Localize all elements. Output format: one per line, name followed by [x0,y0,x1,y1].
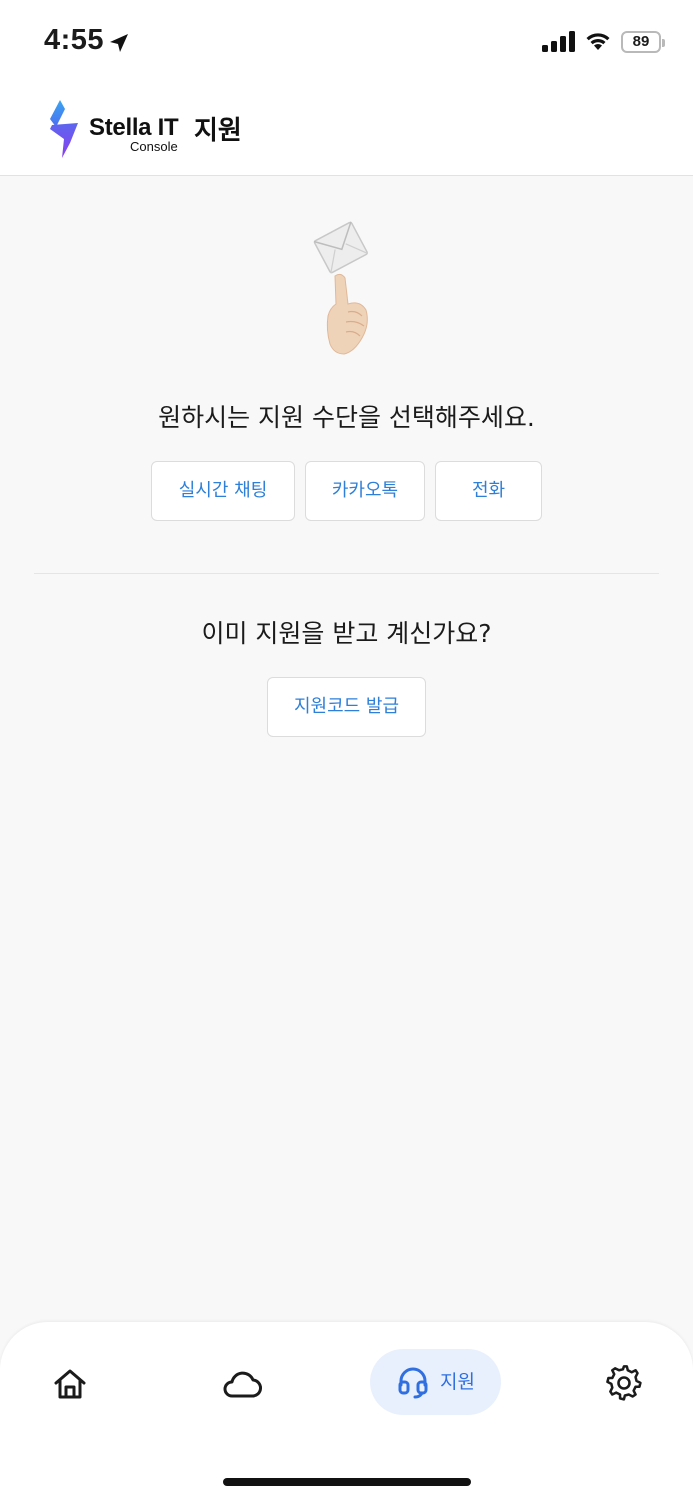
nav-home[interactable] [50,1364,90,1404]
nav-settings[interactable] [605,1364,643,1402]
gear-icon [606,1365,642,1401]
nav-cloud[interactable] [220,1364,264,1404]
battery-level: 89 [632,33,650,50]
already-supported-question: 이미 지원을 받고 계신가요? [201,619,492,648]
nav-support[interactable]: 지원 [370,1349,501,1415]
issue-support-code-button[interactable]: 지원코드 발급 [267,677,426,737]
bottom-navigation: 지원 [0,1322,693,1500]
brand-sub: Console [130,139,178,154]
location-arrow-icon [110,34,128,52]
brand-name: Stella IT [89,114,179,141]
section-divider [34,573,659,574]
envelope-hand-illustration [313,221,369,355]
headset-icon [398,1367,428,1399]
phone-button[interactable]: 전화 [435,461,542,521]
kakaotalk-button[interactable]: 카카오톡 [305,461,425,521]
status-bar: 4:55 89 [0,0,693,84]
wifi-icon [586,33,610,50]
nav-support-label: 지원 [440,1371,475,1393]
live-chat-button[interactable]: 실시간 채팅 [151,461,295,521]
page-title: 지원 [194,116,242,146]
cellular-signal-icon [542,31,575,52]
app-header: Stella IT Console 지원 [0,84,693,176]
stella-logo-icon [50,100,78,158]
cloud-icon [223,1371,262,1398]
home-indicator[interactable] [223,1478,471,1486]
battery-icon: 89 [621,31,665,53]
status-time: 4:55 [44,24,105,56]
support-prompt: 원하시는 지원 수단을 선택해주세요. [158,403,535,432]
home-icon [54,1369,86,1399]
